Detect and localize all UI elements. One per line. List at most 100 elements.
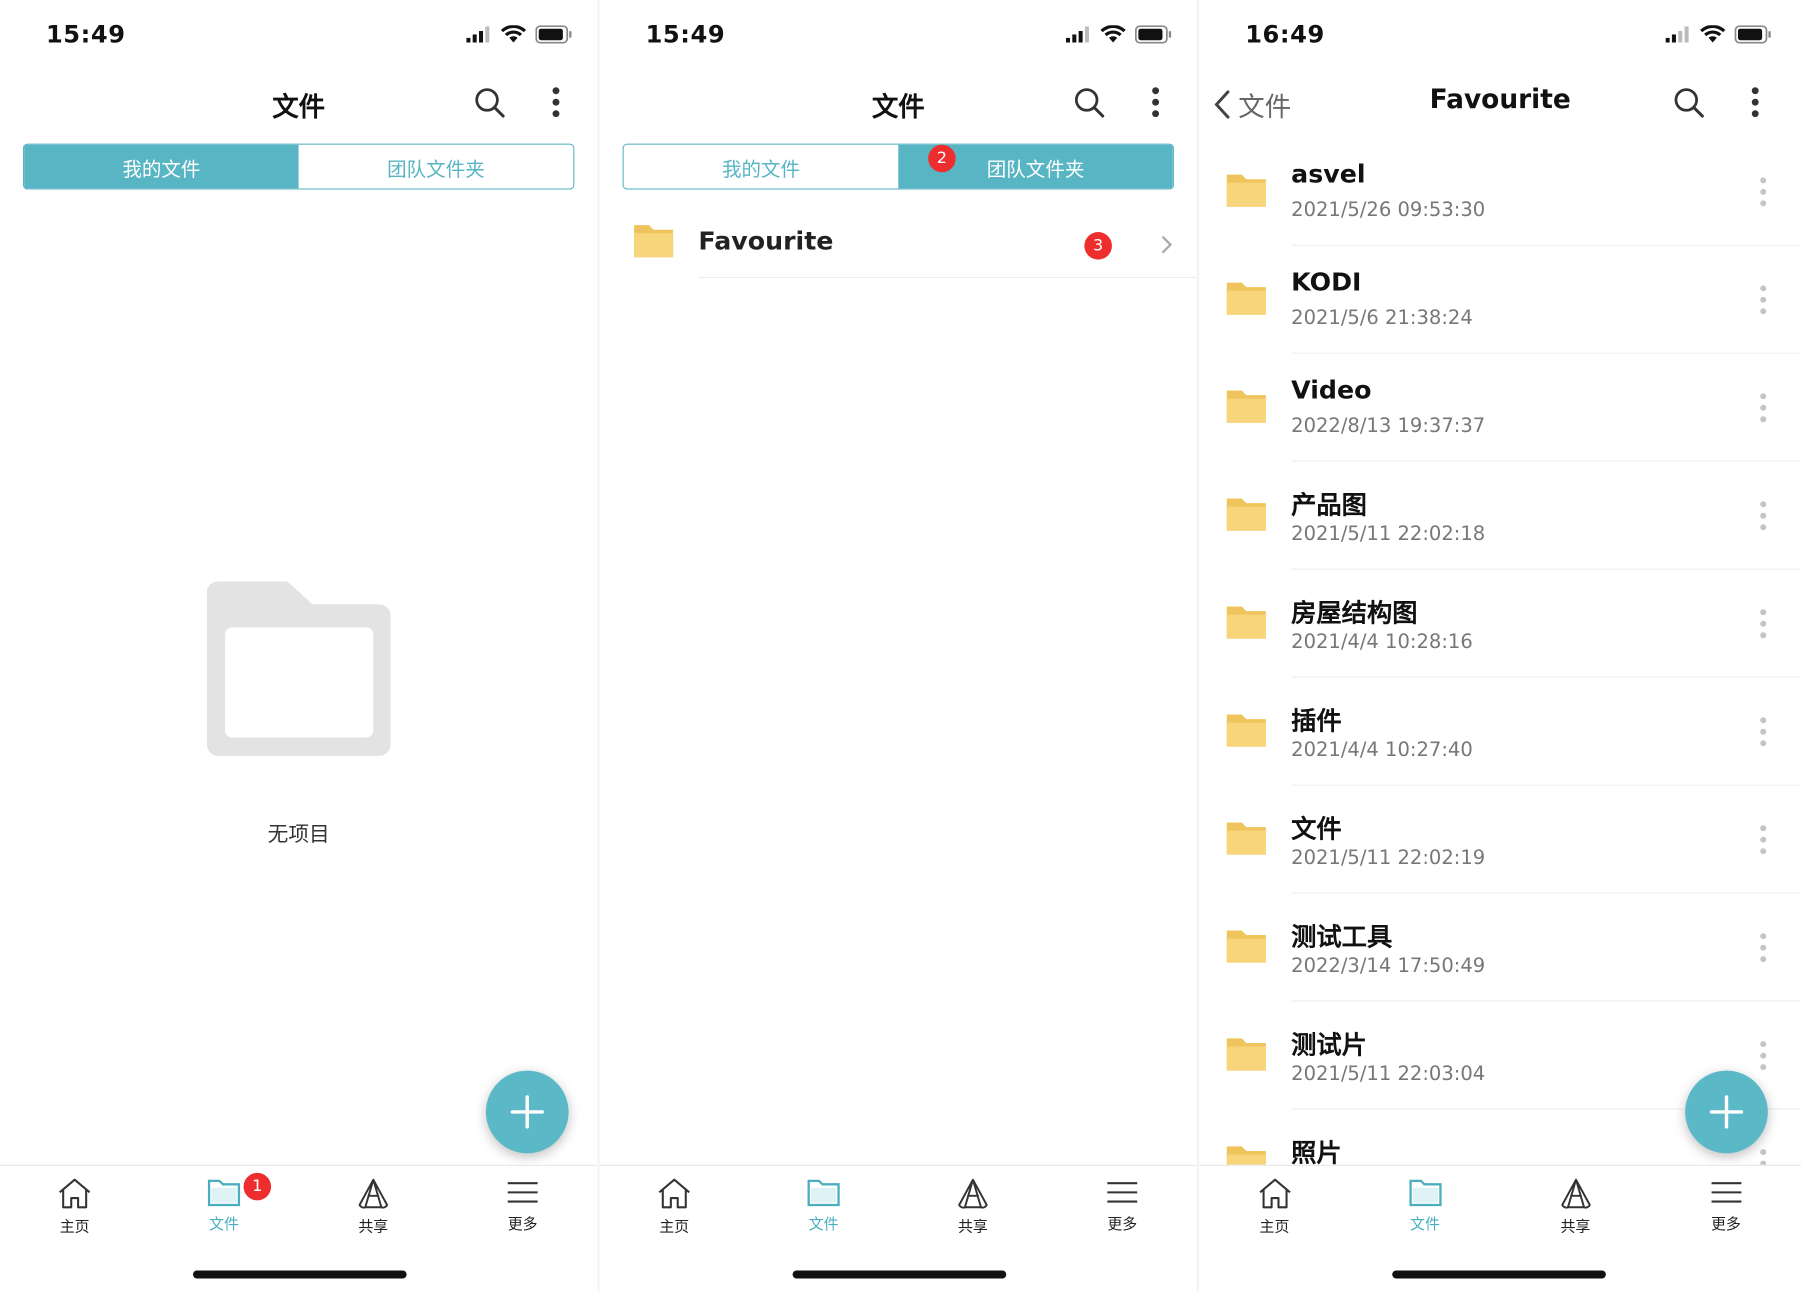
screen-my-files: 15:49 文件 我的文件 团队文件夹 无项目 主页 文件 1 共享 更多 [0,0,598,1291]
tab-share[interactable]: 共享 [898,1166,1047,1249]
folder-icon [1226,498,1266,531]
tab-team-folders[interactable]: 团队文件夹 [298,144,574,189]
search-icon [1674,88,1704,118]
tab-share-label: 共享 [1560,1218,1591,1237]
folder-date: 2021/4/4 10:27:40 [1291,738,1473,762]
folder-name: asvel [1291,160,1366,190]
step-badge: 2 [928,144,956,173]
more-vertical-icon [1751,87,1759,118]
folder-icon [1226,930,1266,963]
more-vertical-icon[interactable] [1760,1041,1767,1071]
empty-state-text: 无项目 [267,822,330,847]
tab-more[interactable]: 更多 [448,1166,597,1249]
signal-icon [466,26,490,43]
folder-name: 插件 [1291,707,1342,737]
list-item[interactable]: 产品图 2021/5/11 22:02:18 [1199,462,1801,570]
more-vertical-icon[interactable] [1760,933,1767,963]
more-vertical-icon [1152,87,1160,118]
bottom-tab-bar: 主页 文件 共享 更多 [1199,1164,1801,1249]
more-options-button[interactable] [536,83,575,122]
list-item[interactable]: asvel 2021/5/26 09:53:30 [1199,138,1801,246]
status-icons [1665,25,1772,44]
folder-tab-icon [807,1179,840,1207]
folder-icon [1226,1146,1266,1165]
more-vertical-icon[interactable] [1760,825,1767,855]
tab-home-label: 主页 [1259,1218,1290,1237]
menu-icon [1107,1182,1138,1203]
more-vertical-icon[interactable] [1760,177,1767,207]
folder-icon [1226,174,1266,207]
menu-icon [507,1182,538,1203]
more-options-button[interactable] [1136,83,1175,122]
more-options-button[interactable] [1736,83,1775,122]
tab-home-label: 主页 [659,1218,690,1237]
folder-name: Favourite [698,227,834,257]
list-item[interactable]: Video 2022/8/13 19:37:37 [1199,354,1801,462]
folder-icon [1226,822,1266,855]
add-button[interactable] [1685,1070,1768,1154]
tab-files[interactable]: 文件 1 [149,1166,298,1249]
tab-files-label: 文件 [808,1216,839,1234]
folder-name: 产品图 [1291,491,1367,521]
search-button[interactable] [1069,83,1108,122]
tab-home[interactable]: 主页 [1199,1166,1349,1249]
tab-more[interactable]: 更多 [1651,1166,1801,1249]
tab-share[interactable]: 共享 [299,1166,448,1249]
share-icon [358,1178,389,1209]
tab-files[interactable]: 文件 [749,1166,898,1249]
empty-folder-illustration [206,581,393,762]
home-icon [658,1178,690,1209]
more-vertical-icon[interactable] [1760,501,1767,531]
folder-name: 房屋结构图 [1291,599,1418,629]
bottom-tab-bar: 主页 文件 共享 更多 [599,1164,1197,1249]
folder-date: 2021/5/11 22:02:18 [1291,522,1486,546]
folder-icon [634,225,674,258]
plus-icon [1709,1095,1744,1129]
list-item[interactable]: KODI 2021/5/6 21:38:24 [1199,246,1801,354]
tab-share[interactable]: 共享 [1500,1166,1650,1249]
plus-icon [510,1095,544,1129]
tab-more-label: 更多 [1710,1216,1741,1234]
list-item[interactable]: 测试工具 2022/3/14 17:50:49 [1199,894,1801,1002]
tab-my-files[interactable]: 我的文件 [623,144,899,189]
home-indicator [1392,1270,1606,1279]
folder-date: 2021/5/26 09:53:30 [1291,198,1486,222]
status-icons [1065,25,1172,44]
tab-home[interactable]: 主页 [600,1166,749,1249]
battery-icon [1134,25,1172,44]
tab-home[interactable]: 主页 [0,1166,149,1249]
folder-date: 2021/5/6 21:38:24 [1291,306,1473,330]
folder-icon [1226,390,1266,423]
home-indicator [792,1270,1007,1279]
battery-icon [1734,25,1771,44]
more-vertical-icon[interactable] [1760,285,1767,315]
add-button[interactable] [485,1070,569,1154]
search-icon [1074,88,1105,118]
more-vertical-icon[interactable] [1760,1149,1767,1165]
list-item[interactable]: 文件 2021/5/11 22:02:19 [1199,786,1801,894]
home-icon [1258,1178,1291,1209]
more-vertical-icon[interactable] [1760,393,1767,423]
home-icon [59,1178,91,1209]
tab-more-label: 更多 [507,1216,538,1234]
search-button[interactable] [470,83,509,122]
tab-more-label: 更多 [1107,1216,1138,1234]
tab-files[interactable]: 文件 [1350,1166,1500,1249]
wifi-icon [1700,25,1726,43]
folder-name: 文件 [1291,815,1342,845]
wifi-icon [500,25,527,43]
tab-my-files[interactable]: 我的文件 [24,144,299,189]
divider [698,276,1197,278]
search-button[interactable] [1669,83,1708,122]
list-item-favourite[interactable]: Favourite 3 [632,216,1197,278]
battery-icon [535,25,572,44]
status-time: 16:49 [1245,20,1325,49]
more-vertical-icon[interactable] [1760,717,1767,747]
notification-badge: 1 [243,1172,272,1201]
tab-more[interactable]: 更多 [1048,1166,1197,1249]
more-vertical-icon[interactable] [1760,609,1767,639]
list-item[interactable]: 房屋结构图 2021/4/4 10:28:16 [1199,570,1801,678]
folder-outline-icon [206,581,391,756]
list-item[interactable]: 插件 2021/4/4 10:27:40 [1199,678,1801,786]
folder-name: KODI [1291,268,1362,298]
